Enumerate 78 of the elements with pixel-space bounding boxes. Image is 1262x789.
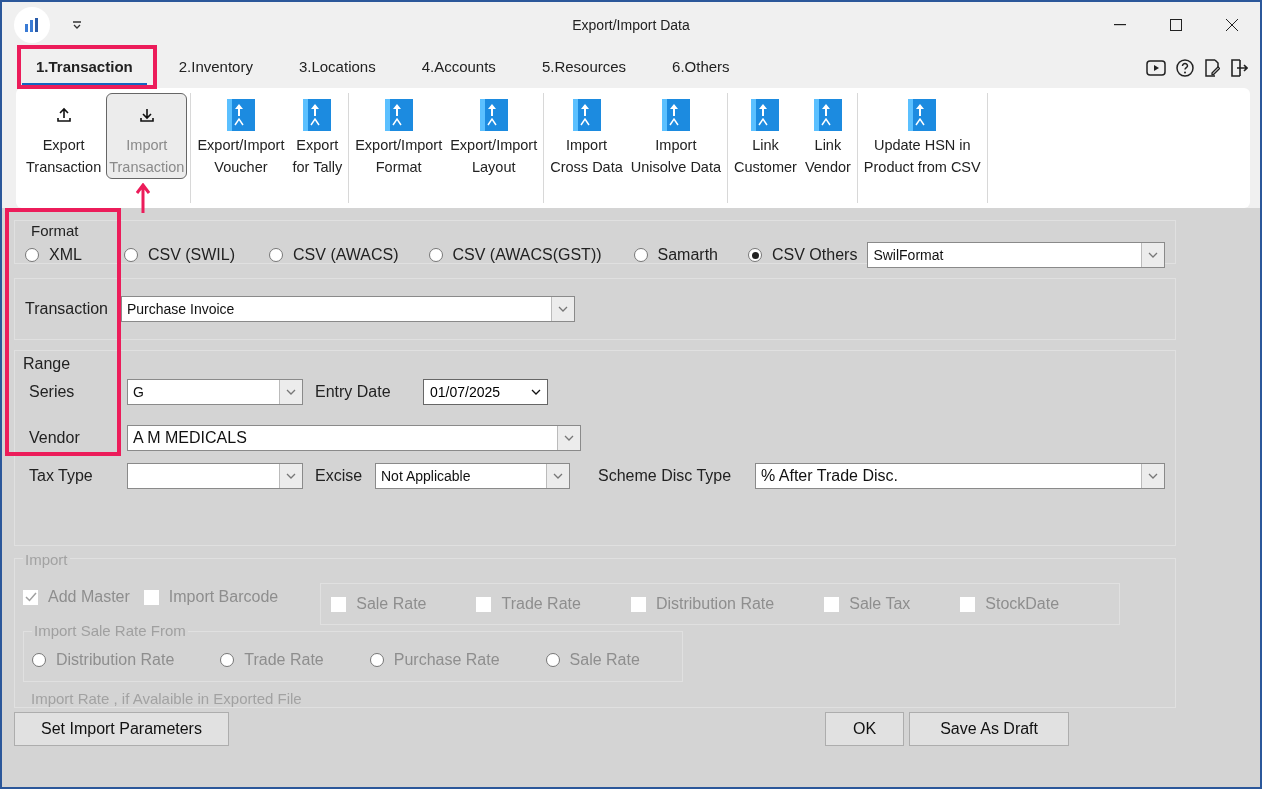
app-logo-icon [14, 7, 50, 43]
radio-option[interactable]: CSV Others [748, 246, 858, 264]
chevron-down-icon [531, 389, 541, 395]
vendor-dropdown[interactable]: A M MEDICALS [127, 425, 581, 451]
maximize-icon [1170, 19, 1182, 31]
radio-option[interactable]: CSV (SWIL) [123, 246, 236, 264]
field-label: Scheme Disc Type [597, 467, 733, 485]
ribbon-button[interactable]: Link Vendor [801, 93, 854, 179]
ribbon-button[interactable]: Export/Import Format [352, 93, 446, 179]
ribbon-button[interactable]: Export for Tally [289, 93, 346, 179]
radio-button[interactable] [123, 248, 138, 262]
radio-button[interactable] [269, 248, 284, 262]
field-label: Excise [314, 467, 364, 485]
book-icon [908, 99, 937, 131]
radio-button[interactable] [25, 248, 39, 262]
tab[interactable]: 3.Locations [284, 50, 390, 86]
tab[interactable]: 2.Inventory [164, 50, 267, 86]
annotation-arrow [136, 183, 150, 213]
scheme-disc-type-dropdown[interactable]: % After Trade Disc. [755, 463, 1165, 489]
video-play-icon[interactable] [1146, 60, 1166, 76]
book-icon [813, 99, 842, 131]
group-title: Format [31, 222, 80, 240]
tab[interactable]: 4.Accounts [407, 50, 510, 86]
book-icon [751, 99, 780, 131]
field-label: Vendor [28, 429, 81, 447]
window-title: Export/Import Data [572, 17, 690, 33]
radio-option[interactable]: CSV (AWACS) [269, 246, 399, 264]
tab[interactable]: 6.Others [658, 50, 744, 86]
radio-option[interactable]: CSV (AWACS(GST)) [428, 246, 602, 264]
series-dropdown[interactable]: G [127, 379, 303, 405]
push-button[interactable]: Save As Draft [909, 712, 1069, 746]
ribbon-button[interactable]: Import Cross Data [547, 93, 626, 179]
chevron-down-icon [553, 473, 563, 479]
ribbon-button[interactable]: Export Transaction [23, 93, 105, 179]
field-label: Series [28, 383, 76, 401]
ribbon-button[interactable]: Link Customer [731, 93, 800, 179]
book-icon [572, 99, 601, 131]
minimize-icon [1114, 24, 1126, 26]
book-icon [226, 99, 255, 131]
dropdown-caret-icon[interactable] [72, 21, 82, 29]
format-name-dropdown[interactable]: SwilFormat [867, 242, 1166, 268]
book-icon [661, 99, 690, 131]
chevron-down-icon [286, 473, 296, 479]
radio-button[interactable] [633, 248, 648, 262]
close-icon [1226, 19, 1238, 31]
chevron-down-icon [558, 306, 568, 312]
group-title: Range [23, 355, 72, 373]
upload-icon [55, 107, 72, 123]
chevron-down-icon [286, 389, 296, 395]
radio-option[interactable]: Samarth [633, 246, 718, 264]
ribbon-button[interactable]: Update HSN in Product from CSV [860, 93, 984, 179]
tab[interactable]: 5.Resources [527, 50, 641, 86]
radio-option[interactable]: XML [25, 246, 82, 264]
book-icon [479, 99, 508, 131]
field-label: Transaction [25, 300, 109, 318]
push-button[interactable]: Set Import Parameters [14, 712, 229, 746]
download-icon [138, 107, 155, 123]
chevron-down-icon [1148, 473, 1158, 479]
field-label: Tax Type [28, 467, 94, 485]
book-icon [303, 99, 332, 131]
chevron-down-icon [564, 435, 574, 441]
date-picker[interactable]: 01/07/2025 [423, 379, 548, 405]
ribbon-button[interactable]: Export/Import Layout [447, 93, 541, 179]
exit-icon[interactable] [1230, 59, 1248, 77]
tax-type-dropdown[interactable] [127, 463, 303, 489]
tab[interactable]: 1.Transaction [22, 50, 147, 86]
ribbon-button[interactable]: Import Unisolve Data [627, 93, 725, 179]
excise-dropdown[interactable]: Not Applicable [375, 463, 570, 489]
help-icon[interactable] [1176, 59, 1194, 77]
radio-button[interactable] [748, 248, 762, 262]
chevron-down-icon [1148, 252, 1159, 258]
edit-document-icon[interactable] [1204, 59, 1220, 77]
push-button[interactable]: OK [825, 712, 905, 746]
transaction-dropdown[interactable]: Purchase Invoice [121, 296, 575, 322]
radio-button[interactable] [428, 248, 443, 262]
book-icon [384, 99, 413, 131]
ribbon-button[interactable]: Export/Import Voucher [194, 93, 288, 179]
field-label: Entry Date [314, 383, 392, 401]
